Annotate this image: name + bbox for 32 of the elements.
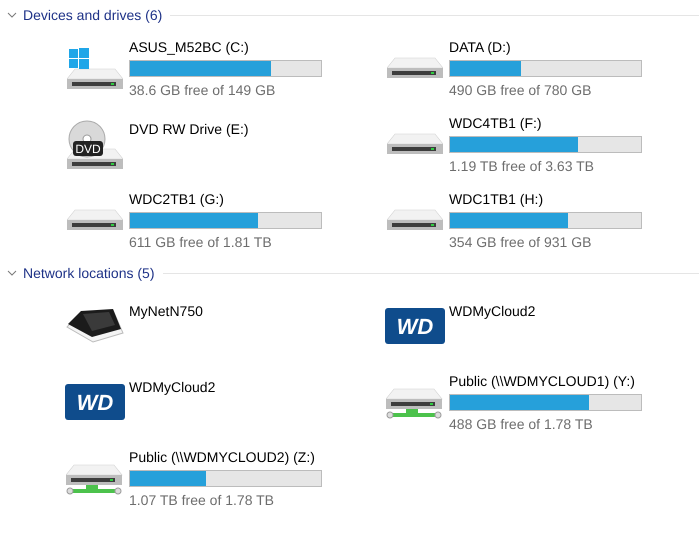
logo-icon xyxy=(384,308,444,344)
drive-icon xyxy=(386,133,442,155)
drive-icon xyxy=(66,209,122,231)
drive-name[interactable]: MyNetN750 xyxy=(129,302,203,320)
drive-name[interactable]: WDC4TB1 (F:) xyxy=(449,114,642,132)
drive-name[interactable]: WDMyCloud2 xyxy=(449,302,536,320)
free-space-text: 354 GB free of 931 GB xyxy=(449,232,592,250)
drive-name[interactable]: ASUS_M52BC (C:) xyxy=(129,38,322,56)
dvd-label: DVD xyxy=(74,142,100,156)
dvd-drive-icon xyxy=(66,120,122,169)
drive-name[interactable]: DVD RW Drive (E:) xyxy=(129,120,249,138)
drive-name[interactable]: WDC2TB1 (G:) xyxy=(129,190,322,208)
free-space-text: 611 GB free of 1.81 TB xyxy=(129,232,273,250)
section-title[interactable]: Network locations (5) xyxy=(23,265,154,281)
drive-name[interactable]: WDMyCloud2 xyxy=(129,378,216,396)
drive-icon xyxy=(386,57,442,79)
free-space-text: 488 GB free of 1.78 TB xyxy=(449,414,594,432)
logo-text: WD xyxy=(76,390,113,415)
drive-icon xyxy=(386,209,442,231)
free-space-text: 38.6 GB free of 149 GB xyxy=(129,80,276,98)
logo-icon xyxy=(64,384,124,420)
logo-text: WD xyxy=(396,314,433,339)
drive-icon xyxy=(66,47,122,89)
drive-name[interactable]: WDC1TB1 (H:) xyxy=(449,190,642,208)
section-title[interactable]: Devices and drives (6) xyxy=(23,7,162,23)
drive-name[interactable]: Public (\\WDMYCLOUD1) (Y:) xyxy=(449,372,642,390)
router-icon xyxy=(64,309,124,343)
drive-name[interactable]: Public (\\WDMYCLOUD2) (Z:) xyxy=(129,448,322,466)
free-space-text: 1.07 TB free of 1.78 TB xyxy=(129,490,276,508)
free-space-text: 490 GB free of 780 GB xyxy=(449,80,592,98)
free-space-text: 1.19 TB free of 3.63 TB xyxy=(449,156,596,174)
drive-name[interactable]: DATA (D:) xyxy=(449,38,642,56)
